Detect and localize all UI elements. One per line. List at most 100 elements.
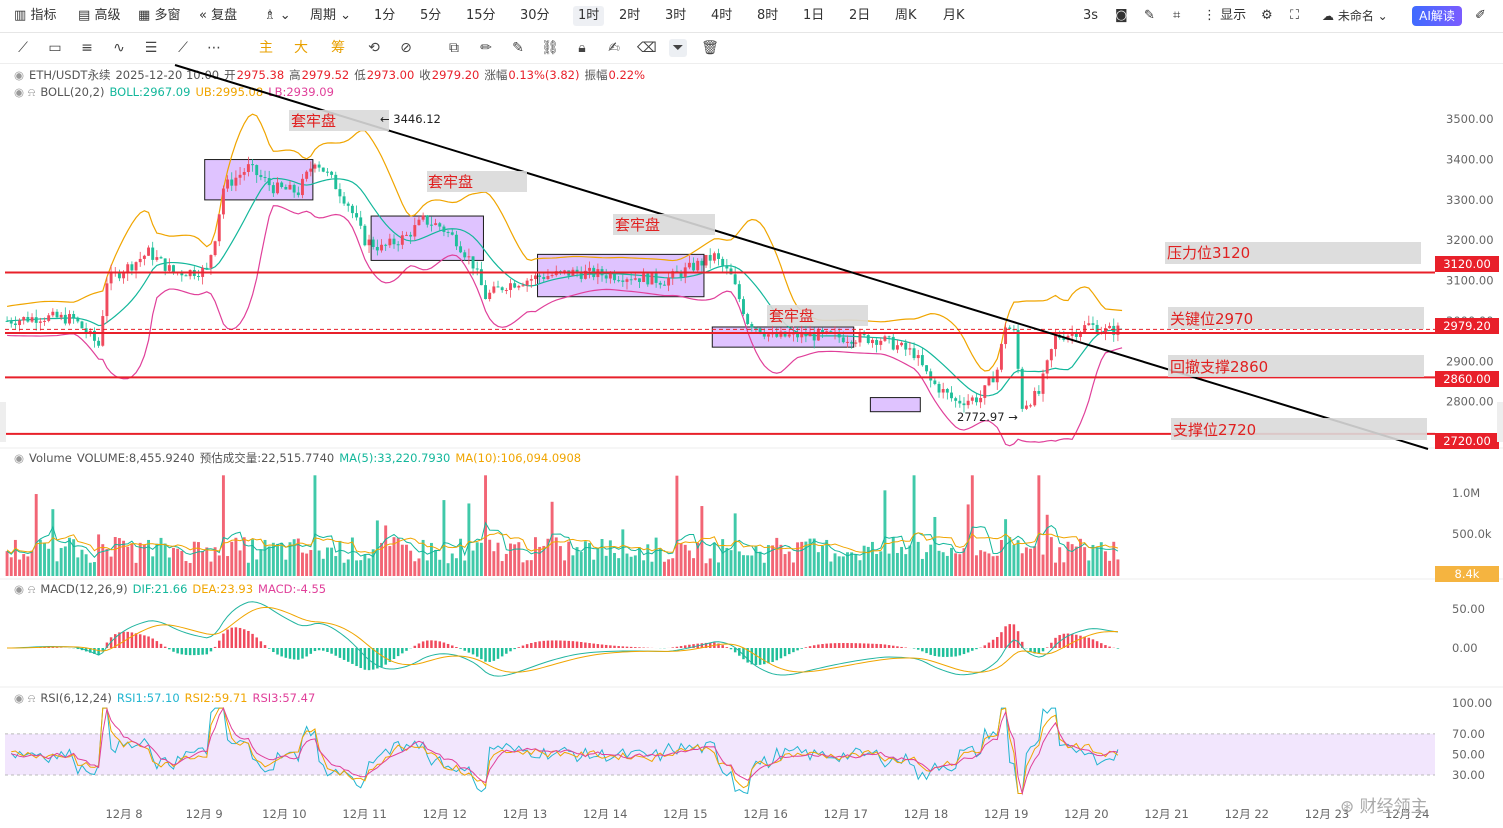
refresh-interval[interactable]: 3s — [1083, 6, 1098, 26]
period-tab-0[interactable]: 1分 — [374, 6, 395, 26]
macd-hist-bar — [255, 637, 258, 648]
price-tick: 3200.00 — [1446, 233, 1494, 247]
volume-bar — [388, 546, 392, 576]
candle-body — [712, 253, 716, 261]
candle-body — [816, 329, 820, 341]
wave-tool-icon[interactable]: ∿ — [110, 39, 128, 57]
fib-tool-icon[interactable]: ☰ — [142, 39, 160, 57]
left-scroll-handle[interactable] — [0, 402, 6, 442]
macd-hist-bar — [588, 643, 591, 648]
parallel-tool-icon[interactable]: ≡ — [78, 39, 96, 57]
macd-hist-bar — [101, 648, 105, 651]
settings-icon[interactable]: ⚙ — [1261, 6, 1273, 26]
candle-body — [38, 321, 42, 323]
volume-bar — [887, 553, 891, 576]
period-tab-1[interactable]: 5分 — [420, 6, 441, 26]
filter-icon[interactable]: ⏷ — [669, 39, 687, 57]
note-icon[interactable]: ✍ — [605, 39, 623, 57]
period-tab-8[interactable]: 8时 — [757, 6, 778, 26]
brush-icon[interactable]: ✏ — [477, 39, 495, 57]
fullscreen-icon[interactable]: ⛶ — [1290, 6, 1299, 26]
macd-hist-bar — [43, 647, 46, 648]
ai-interpret-button[interactable]: AI解读 — [1412, 6, 1462, 26]
trash-icon[interactable]: 🗑︎ — [701, 39, 719, 57]
date-tick: 12月 15 — [663, 807, 707, 821]
macd-hist-bar — [392, 648, 396, 659]
volume-bar — [330, 547, 334, 576]
candle-body — [438, 223, 442, 227]
crop-icon[interactable]: ⌗ — [1173, 6, 1180, 26]
volume-bar — [1091, 544, 1095, 576]
volume-bar — [962, 548, 966, 576]
period-tab-11[interactable]: 周K — [895, 6, 917, 26]
candle-body — [509, 283, 512, 290]
candle-body — [317, 164, 321, 168]
date-tick: 12月 22 — [1225, 807, 1269, 821]
period-tab-4[interactable]: 1时 — [573, 6, 605, 26]
big-toggle[interactable]: 大 — [292, 39, 310, 57]
macd-hist-bar — [892, 645, 895, 648]
candle-body — [63, 314, 67, 324]
advanced-button[interactable]: ▤ 高级 — [78, 6, 120, 26]
eraser-icon[interactable]: ⌫ — [637, 39, 657, 57]
lock-icon[interactable]: 🔒︎ — [573, 39, 591, 57]
candle-body — [413, 225, 417, 237]
more-tools-icon[interactable]: ⋯ — [205, 39, 223, 57]
candle-body — [571, 269, 575, 276]
edit-icon[interactable]: ✐ — [1475, 6, 1486, 26]
pen-icon[interactable]: ✎ — [1144, 6, 1155, 26]
chart-type-dropdown[interactable]: ♗ ⌄ — [264, 6, 291, 26]
line-tool-icon[interactable]: ⟋ — [14, 39, 32, 57]
display-button[interactable]: ⋮ 显示 — [1203, 6, 1246, 26]
replay-button[interactable]: « 复盘 — [199, 6, 237, 26]
copy-icon[interactable]: ⧉ — [445, 39, 463, 57]
macd-hist-bar — [475, 648, 479, 657]
volume-bar — [708, 558, 712, 576]
layout-dropdown[interactable]: ☁ 未命名 ⌄ — [1322, 6, 1388, 26]
boll-mid: BOLL:2967.09 — [109, 85, 191, 99]
chip-toggle[interactable]: 筹 — [329, 39, 347, 57]
candle-body — [679, 272, 683, 277]
volume-bar — [916, 541, 920, 576]
candle-body — [380, 244, 383, 251]
macd-hist-bar — [272, 648, 275, 653]
period-tab-3[interactable]: 30分 — [520, 6, 550, 26]
period-tab-12[interactable]: 月K — [943, 6, 965, 26]
period-tab-9[interactable]: 1日 — [803, 6, 824, 26]
volume-bar — [321, 558, 325, 576]
period-tab-7[interactable]: 4时 — [711, 6, 732, 26]
candle-body — [870, 339, 874, 344]
period-tab-2[interactable]: 15分 — [466, 6, 496, 26]
period-tab-6[interactable]: 3时 — [665, 6, 686, 26]
period-dropdown[interactable]: 周期 ⌄ — [310, 6, 351, 26]
multiwindow-button[interactable]: ▦ 多窗 — [138, 6, 180, 26]
volume-tick: 1.0M — [1452, 486, 1480, 500]
period-tab-5[interactable]: 2时 — [619, 6, 640, 26]
close-label: 收 — [419, 68, 431, 82]
magnet-icon[interactable]: ⟲ — [365, 39, 383, 57]
camera-icon[interactable]: ◙ — [1115, 6, 1128, 26]
candle-body — [296, 192, 300, 196]
candle-body — [538, 275, 542, 277]
right-scroll-handle[interactable] — [1497, 402, 1503, 442]
period-tab-10[interactable]: 2日 — [849, 6, 870, 26]
measure-tool-icon[interactable]: ⟋ — [174, 39, 192, 57]
link-icon[interactable]: ⛓ — [541, 39, 559, 57]
candle-body — [638, 278, 641, 282]
candle-body — [388, 238, 392, 246]
rsi2-value: RSI2:59.71 — [184, 691, 248, 705]
hide-drawings-icon[interactable]: ⊘ — [397, 39, 415, 57]
volume-bar — [596, 548, 600, 576]
macd-hist-bar — [1116, 648, 1120, 649]
volume-bar — [1008, 537, 1012, 576]
highlighter-icon[interactable]: ✎ — [509, 39, 527, 57]
indicator-button[interactable]: ▥ 指标 — [14, 6, 56, 26]
main-toggle[interactable]: 主 — [257, 39, 275, 57]
macd-hist-bar — [338, 648, 342, 658]
volume-bar — [400, 544, 404, 576]
rectangle-tool-icon[interactable]: ▭ — [46, 39, 64, 57]
amp-value: 0.22% — [608, 68, 646, 82]
macd-hist-bar — [438, 641, 442, 648]
candle-body — [429, 224, 433, 226]
candle-body — [1079, 332, 1082, 337]
